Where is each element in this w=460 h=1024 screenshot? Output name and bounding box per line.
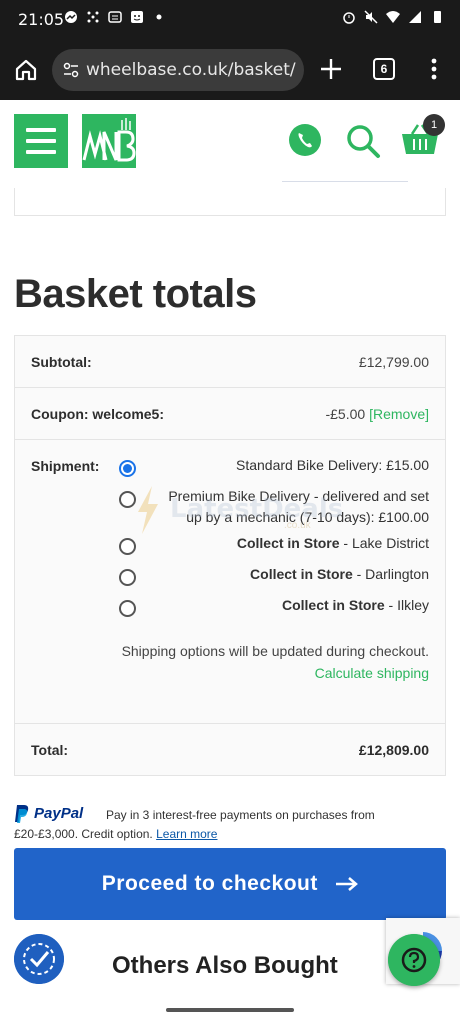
store-name: - Darlington <box>352 566 429 582</box>
divider <box>282 181 408 182</box>
subtotal-row: Subtotal: £12,799.00 <box>15 336 445 388</box>
paypal-icon <box>15 805 29 823</box>
checkout-label: Proceed to checkout <box>101 872 318 895</box>
page-title: Basket totals <box>14 272 257 316</box>
proceed-to-checkout-button[interactable]: Proceed to checkout <box>14 848 446 920</box>
mute-icon <box>364 10 378 24</box>
face-icon <box>131 11 143 23</box>
help-icon[interactable] <box>388 934 440 986</box>
wifi-icon <box>386 11 400 23</box>
paypal-line2-group: £20-£3,000. Credit option. Learn more <box>14 827 217 841</box>
coupon-value-group: -£5.00 [Remove] <box>325 406 429 422</box>
learn-more-link[interactable]: Learn more <box>156 827 217 841</box>
remove-coupon-link[interactable]: [Remove] <box>369 406 429 422</box>
paypal-logo: PayPal <box>14 804 102 826</box>
dot-icon <box>156 14 162 20</box>
menu-button[interactable] <box>14 114 68 168</box>
subtotal-label: Subtotal: <box>31 354 92 370</box>
alarm-icon <box>343 12 355 24</box>
shipping-option-radio-standard[interactable] <box>119 460 136 477</box>
home-icon[interactable] <box>14 58 38 82</box>
basket-count-badge: 1 <box>423 114 445 136</box>
new-tab-icon[interactable] <box>318 56 344 82</box>
coupon-value: -£5.00 <box>325 406 366 422</box>
arrow-right-icon <box>336 877 359 892</box>
basket-totals-table: Subtotal: £12,799.00 Coupon: welcome5: -… <box>14 335 446 776</box>
store-name: - Lake District <box>339 535 429 551</box>
basket-table-bottom <box>14 188 446 216</box>
status-time: 21:05 <box>18 10 65 29</box>
shipping-option-radio-darlington[interactable] <box>119 569 136 586</box>
shipping-option-radio-lake-district[interactable] <box>119 538 136 555</box>
paypal-brand: PayPal <box>34 805 84 822</box>
search-icon[interactable] <box>345 123 381 159</box>
shipping-note: Shipping options will be updated during … <box>121 643 429 659</box>
notification-icons <box>64 10 166 24</box>
address-bar[interactable]: wheelbase.co.uk/basket/ <box>52 49 304 91</box>
collect-label: Collect in Store <box>250 566 353 582</box>
store-name: - Ilkley <box>384 597 429 613</box>
hamburger-line <box>26 150 56 154</box>
shipping-option-standard[interactable]: Standard Bike Delivery: £15.00 <box>236 455 429 476</box>
tab-switcher-button[interactable]: 6 <box>373 58 395 80</box>
total-label: Total: <box>31 742 69 758</box>
gesture-bar[interactable] <box>166 1008 294 1012</box>
collect-label: Collect in Store <box>281 597 385 613</box>
total-row: Total: £12,809.00 <box>15 724 445 776</box>
news-icon <box>108 11 122 23</box>
signal-icon <box>409 11 421 23</box>
shipping-option-darlington[interactable]: Collect in Store - Darlington <box>250 564 429 585</box>
site-header: 1 <box>0 100 460 188</box>
coupon-label: Coupon: welcome5: <box>31 406 165 422</box>
hamburger-line <box>26 139 56 143</box>
coupon-row: Coupon: welcome5: -£5.00 [Remove] <box>15 388 445 440</box>
url-text: wheelbase.co.uk/basket/ <box>86 60 296 80</box>
paypal-line2: £20-£3,000. Credit option. <box>14 827 157 841</box>
more-menu-icon[interactable] <box>426 56 442 82</box>
shipment-row: Shipment: Standard Bike Delivery: £15.00… <box>15 440 445 724</box>
shipping-option-radio-ilkley[interactable] <box>119 600 136 617</box>
lightning-icon <box>138 486 158 534</box>
watermark-sub: .co.uk <box>284 520 311 531</box>
others-also-bought-heading: Others Also Bought <box>112 952 338 979</box>
browser-toolbar: wheelbase.co.uk/basket/ 6 <box>0 40 460 100</box>
total-value: £12,809.00 <box>358 742 429 758</box>
security-badge-icon[interactable] <box>14 934 64 984</box>
hamburger-line <box>26 128 56 132</box>
watermark: LatestDeals .co.uk <box>134 484 343 540</box>
phone-icon[interactable] <box>289 124 321 156</box>
paypal-line1: Pay in 3 interest-free payments on purch… <box>106 808 375 822</box>
shipment-label: Shipment: <box>31 458 100 474</box>
calculate-shipping-link[interactable]: Calculate shipping <box>315 665 429 681</box>
wheelbase-logo[interactable] <box>82 114 136 168</box>
system-icons <box>342 10 444 24</box>
subtotal-value: £12,799.00 <box>358 354 429 370</box>
battery-icon <box>434 11 441 23</box>
dots-icon <box>87 11 99 23</box>
watermark-text: LatestDeals <box>170 494 344 524</box>
status-bar: 21:05 <box>0 0 460 40</box>
shipping-option-ilkley[interactable]: Collect in Store - Ilkley <box>282 595 429 616</box>
site-settings-icon[interactable] <box>62 61 80 79</box>
messenger-icon <box>65 11 77 23</box>
